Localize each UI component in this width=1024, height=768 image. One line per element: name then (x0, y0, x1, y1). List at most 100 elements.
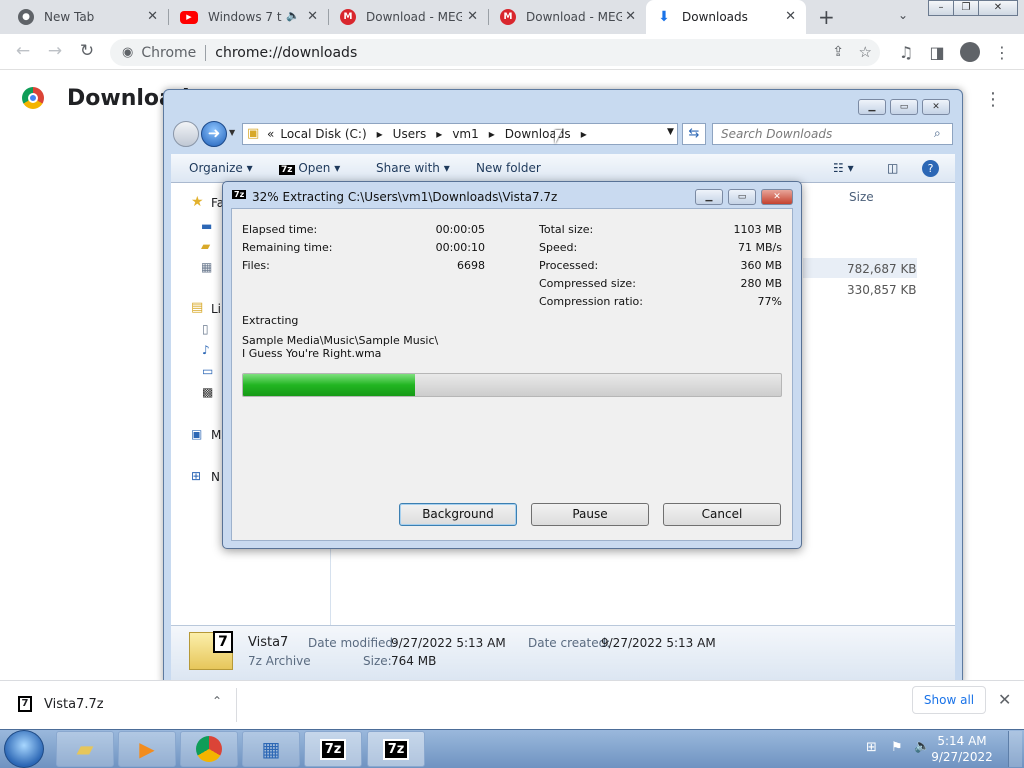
close-icon[interactable]: ✕ (147, 9, 158, 24)
taskbar-chrome[interactable] (180, 731, 238, 767)
close-icon[interactable]: ✕ (785, 9, 796, 24)
close-icon[interactable]: ✕ (998, 690, 1011, 709)
documents-icon[interactable]: ▯ (202, 322, 209, 336)
minimize-button[interactable]: – (928, 0, 954, 16)
close-window-button[interactable]: ✕ (761, 189, 793, 205)
taskbar-7zip-1[interactable]: 7z (304, 731, 362, 767)
nav-network[interactable]: N (211, 470, 220, 484)
command-bar: Organize ▾ 7z Open ▾ Share with ▾ New fo… (171, 154, 955, 183)
show-all-button[interactable]: Show all (912, 686, 986, 714)
system-clock[interactable]: 5:14 AM 9/27/2022 (930, 733, 994, 765)
close-window-button[interactable]: ✕ (922, 99, 950, 115)
tab-mega-1[interactable]: M Download - MEG ✕ (330, 0, 488, 34)
shelf-download-item[interactable]: 7 Vista7.7z ⌃ (18, 688, 236, 720)
back-button[interactable] (173, 121, 199, 147)
search-icon: ⌕ (934, 126, 941, 140)
nav-computer[interactable]: M (211, 428, 221, 442)
bookmark-star-icon[interactable]: ☆ (859, 43, 872, 61)
search-input[interactable]: Search Downloads (712, 123, 953, 145)
breadcrumb-item[interactable]: vm1 (452, 127, 478, 141)
new-tab-button[interactable]: + (818, 5, 835, 29)
progress-bar (242, 373, 782, 397)
taskbar-media-player[interactable]: ▶ (118, 731, 176, 767)
file-size: 330,857 KB (847, 283, 917, 297)
media-control-icon[interactable]: ♫ (896, 43, 916, 62)
pictures-icon[interactable]: ▭ (202, 364, 213, 378)
music-icon[interactable]: ♪ (202, 343, 210, 357)
start-button[interactable] (4, 730, 44, 768)
minimize-button[interactable]: ▁ (858, 99, 886, 115)
compressed-size-label: Compressed size: (539, 277, 636, 290)
extract-dialog: 7z 32% Extracting C:\Users\vm1\Downloads… (222, 181, 802, 549)
pause-button[interactable]: Pause (531, 503, 649, 526)
view-options-icon[interactable]: ☷ ▾ (833, 161, 854, 175)
progress-fill (243, 374, 416, 396)
reload-button[interactable]: ↻ (76, 42, 98, 60)
media-player-icon: ▶ (139, 737, 155, 761)
7zip-icon: 7z (279, 165, 295, 175)
show-desktop-button[interactable] (1008, 731, 1022, 767)
help-icon[interactable]: ? (922, 160, 939, 177)
close-window-button[interactable]: ✕ (978, 0, 1018, 16)
action-center-icon[interactable]: ⚑ (891, 740, 903, 755)
maximize-button[interactable]: ▭ (890, 99, 918, 115)
more-actions-icon[interactable]: ⋮ (984, 89, 1002, 110)
tab-new-tab[interactable]: ● New Tab ✕ (8, 0, 168, 34)
omnibox-label: Chrome (141, 44, 197, 61)
download-icon: ⬇ (658, 9, 670, 25)
breadcrumb-item[interactable]: Local Disk (C:) (280, 127, 366, 141)
side-panel-icon[interactable]: ◨ (927, 43, 947, 62)
libraries-icon: ▤ (191, 300, 204, 315)
address-bar[interactable]: ◉ Chrome chrome://downloads ⇪ ☆ (110, 39, 880, 66)
close-icon[interactable]: ✕ (307, 9, 318, 24)
tab-downloads[interactable]: ⬇ Downloads ✕ (646, 0, 806, 34)
share-icon[interactable]: ⇪ (832, 44, 844, 60)
chevron-down-icon[interactable]: ▼ (667, 127, 674, 137)
maximize-button[interactable]: ▭ (728, 189, 756, 205)
taskbar-explorer[interactable]: ▰ (56, 731, 114, 767)
chevron-up-icon[interactable]: ⌃ (212, 694, 222, 708)
videos-icon[interactable]: ▩ (202, 385, 213, 399)
speaker-icon[interactable]: 🔈 (286, 9, 300, 22)
recent-pages-icon[interactable]: ▼ (229, 128, 235, 137)
menu-icon[interactable]: ⋮ (992, 43, 1012, 62)
minimize-button[interactable]: ▁ (695, 189, 723, 205)
tab-youtube[interactable]: ▶ Windows 7 t 🔈 ✕ (170, 0, 328, 34)
7zip-icon: 7z (382, 738, 410, 760)
files-value: 6698 (457, 259, 485, 272)
tab-title: Download - MEG (366, 10, 462, 24)
nav-libraries[interactable]: Li (211, 302, 221, 316)
profile-avatar[interactable] (960, 42, 980, 62)
close-icon[interactable]: ✕ (625, 9, 636, 24)
folder-icon[interactable]: ▰ (201, 239, 210, 253)
preview-pane-icon[interactable]: ◫ (887, 161, 898, 175)
forward-button[interactable]: → (44, 42, 66, 60)
processed-value: 360 MB (740, 259, 782, 272)
tab-search-icon[interactable]: ⌄ (898, 8, 908, 22)
breadcrumb-item[interactable]: Users (393, 127, 427, 141)
column-header-size[interactable]: Size (849, 190, 874, 204)
taskbar-7zip-2[interactable]: 7z (367, 731, 425, 767)
taskbar-control-panel[interactable]: ▦ (242, 731, 300, 767)
recent-places-icon[interactable]: ▦ (201, 260, 212, 274)
open-button[interactable]: 7z Open ▾ (279, 161, 340, 175)
volume-icon[interactable]: 🔈 (914, 739, 930, 754)
back-button[interactable]: ← (12, 42, 34, 60)
restore-button[interactable]: ❐ (953, 0, 979, 16)
background-button[interactable]: Background (399, 503, 517, 526)
forward-button[interactable]: ➜ (201, 121, 227, 147)
organize-button[interactable]: Organize ▾ (189, 161, 253, 175)
new-folder-button[interactable]: New folder (476, 161, 541, 175)
refresh-icon[interactable]: ⇆ (682, 123, 706, 145)
folder-icon: ▰ (76, 736, 94, 762)
cancel-button[interactable]: Cancel (663, 503, 781, 526)
current-path: Sample Media\Music\Sample Music\ (242, 334, 439, 347)
network-tray-icon[interactable]: ⊞ (866, 740, 877, 755)
created-value: 9/27/2022 5:13 AM (601, 636, 716, 650)
close-icon[interactable]: ✕ (467, 9, 478, 24)
chrome-icon: ◉ (122, 45, 134, 60)
desktop-icon[interactable]: ▬ (201, 219, 212, 233)
share-with-button[interactable]: Share with ▾ (376, 161, 450, 175)
tab-mega-2[interactable]: M Download - MEG ✕ (490, 0, 646, 34)
breadcrumb[interactable]: ▣ « Local Disk (C:) ▸ Users ▸ vm1 ▸ Downloa… (242, 123, 678, 145)
